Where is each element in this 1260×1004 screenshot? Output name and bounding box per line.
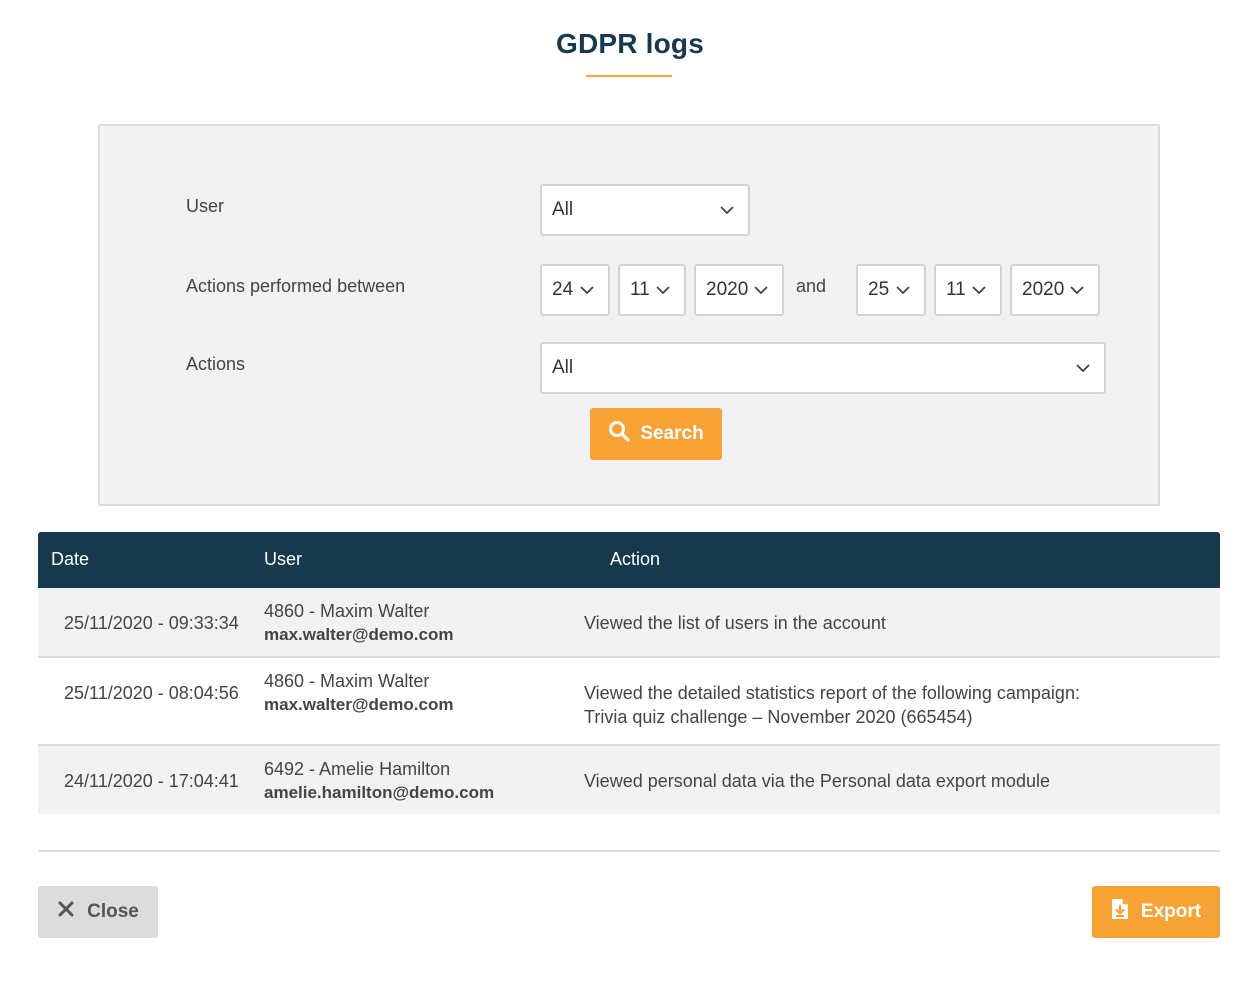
table-header: Date User Action bbox=[38, 532, 1220, 588]
row-user: 6492 - Amelie Hamilton amelie.hamilton@d… bbox=[264, 757, 494, 805]
to-day-value: 25 bbox=[868, 279, 890, 300]
chevron-down-icon bbox=[656, 283, 670, 297]
from-day-value: 24 bbox=[552, 279, 574, 300]
and-label: and bbox=[796, 276, 827, 296]
to-month-select[interactable]: 11 bbox=[934, 264, 1002, 316]
table-row: 24/11/2020 - 17:04:41 6492 - Amelie Hami… bbox=[38, 746, 1220, 814]
row-user-name: 6492 - Amelie Hamilton bbox=[264, 759, 451, 779]
row-action: Viewed the list of users in the account bbox=[584, 611, 886, 635]
export-button-label: Export bbox=[1140, 901, 1202, 922]
header-date: Date bbox=[51, 549, 90, 569]
row-user: 4860 - Maxim Walter max.walter@demo.com bbox=[264, 669, 453, 717]
close-button[interactable]: Close bbox=[38, 886, 158, 938]
user-select[interactable]: All bbox=[540, 184, 750, 236]
page-title: GDPR logs bbox=[555, 28, 705, 59]
chevron-down-icon bbox=[754, 283, 768, 297]
chevron-down-icon bbox=[896, 283, 910, 297]
row-date: 25/11/2020 - 08:04:56 bbox=[64, 683, 239, 703]
row-action: Viewed the detailed statistics report of… bbox=[584, 681, 1080, 729]
to-year-value: 2020 bbox=[1022, 279, 1065, 300]
from-month-select[interactable]: 11 bbox=[618, 264, 686, 316]
export-button[interactable]: Export bbox=[1092, 886, 1220, 938]
chevron-down-icon bbox=[972, 283, 986, 297]
row-user-name: 4860 - Maxim Walter bbox=[264, 601, 430, 621]
row-action-text: Viewed the detailed statistics report of… bbox=[584, 683, 1080, 703]
search-icon bbox=[608, 420, 630, 448]
from-month-value: 11 bbox=[630, 279, 650, 300]
row-user-email: amelie.hamilton@demo.com bbox=[264, 783, 495, 802]
row-date: 25/11/2020 - 09:33:34 bbox=[64, 613, 239, 633]
from-day-select[interactable]: 24 bbox=[540, 264, 610, 316]
search-button-label: Search bbox=[640, 423, 704, 444]
table-row: 25/11/2020 - 09:33:34 4860 - Maxim Walte… bbox=[38, 588, 1220, 658]
from-year-select[interactable]: 2020 bbox=[694, 264, 784, 316]
title-underline bbox=[586, 75, 672, 77]
to-month-value: 11 bbox=[946, 279, 966, 300]
row-action-text: Viewed personal data via the Personal da… bbox=[584, 771, 1050, 791]
user-filter-label: User bbox=[186, 196, 225, 216]
user-select-value: All bbox=[552, 199, 574, 220]
chevron-down-icon bbox=[720, 203, 734, 217]
to-year-select[interactable]: 2020 bbox=[1010, 264, 1100, 316]
actions-select-value: All bbox=[552, 357, 574, 378]
header-user: User bbox=[264, 549, 303, 569]
date-range-label: Actions performed between bbox=[186, 276, 406, 296]
from-year-value: 2020 bbox=[706, 279, 749, 300]
row-action-text-detail: Trivia quiz challenge – November 2020 (6… bbox=[584, 707, 973, 727]
footer-divider bbox=[38, 850, 1220, 852]
row-action-text: Viewed the list of users in the account bbox=[584, 613, 886, 633]
header-action: Action bbox=[610, 549, 661, 569]
close-icon bbox=[57, 900, 75, 924]
row-user: 4860 - Maxim Walter max.walter@demo.com bbox=[264, 599, 453, 647]
to-day-select[interactable]: 25 bbox=[856, 264, 926, 316]
search-button[interactable]: Search bbox=[590, 408, 722, 460]
row-user-email: max.walter@demo.com bbox=[264, 625, 454, 644]
chevron-down-icon bbox=[1070, 283, 1084, 297]
row-action: Viewed personal data via the Personal da… bbox=[584, 769, 1050, 793]
close-button-label: Close bbox=[87, 901, 139, 922]
row-user-email: max.walter@demo.com bbox=[264, 695, 454, 714]
file-download-icon bbox=[1111, 898, 1129, 926]
row-date: 24/11/2020 - 17:04:41 bbox=[64, 771, 239, 791]
chevron-down-icon bbox=[1076, 361, 1090, 375]
chevron-down-icon bbox=[580, 283, 594, 297]
row-user-name: 4860 - Maxim Walter bbox=[264, 671, 430, 691]
actions-filter-label: Actions bbox=[186, 354, 246, 374]
logs-table: Date User Action 25/11/2020 - 09:33:34 4… bbox=[38, 532, 1220, 814]
actions-select[interactable]: All bbox=[540, 342, 1106, 394]
table-row: 25/11/2020 - 08:04:56 4860 - Maxim Walte… bbox=[38, 658, 1220, 746]
